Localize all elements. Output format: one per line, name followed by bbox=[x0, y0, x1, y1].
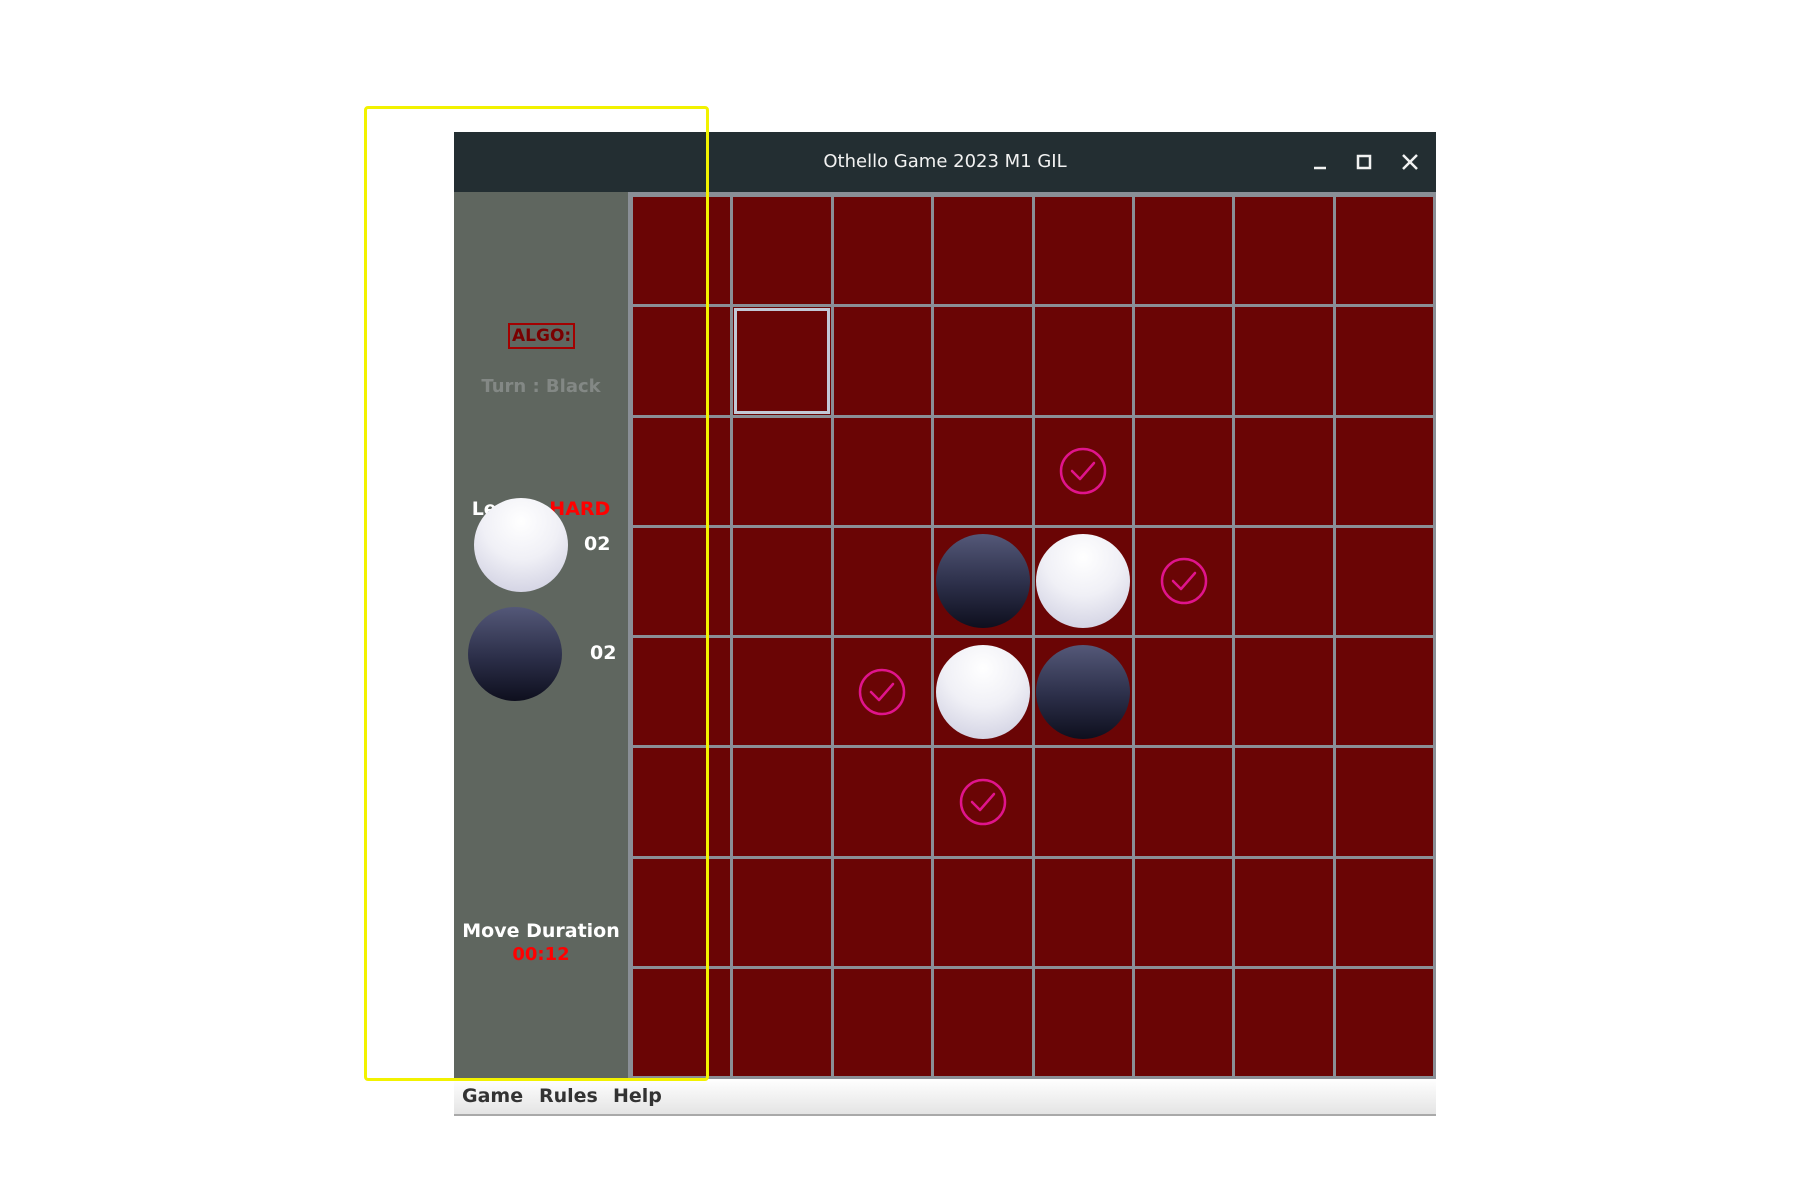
board-cell-r2-c2[interactable] bbox=[833, 417, 932, 525]
title-bar[interactable]: Othello Game 2023 M1 GIL bbox=[454, 132, 1436, 192]
info-sidebar: ALGO: Turn : Black Level : HARD 02 02 Mo… bbox=[454, 192, 628, 1079]
board-cell-r6-c7[interactable] bbox=[1335, 858, 1433, 966]
board-cell-r1-c4[interactable] bbox=[1034, 307, 1132, 415]
board-cell-r1-c5[interactable] bbox=[1134, 307, 1233, 415]
black-disc bbox=[935, 534, 1030, 629]
board-cell-r3-c1[interactable] bbox=[733, 527, 831, 635]
window-title: Othello Game 2023 M1 GIL bbox=[823, 151, 1067, 172]
menu-help[interactable]: Help bbox=[613, 1079, 662, 1114]
board-cell-r7-c2[interactable] bbox=[833, 968, 932, 1076]
white-score-disc bbox=[474, 498, 568, 592]
board-cell-r7-c7[interactable] bbox=[1335, 968, 1433, 1076]
board-cell-r4-c4[interactable] bbox=[1034, 638, 1132, 746]
legal-move-check-icon[interactable] bbox=[959, 778, 1007, 826]
board-cell-r0-c5[interactable] bbox=[1134, 197, 1233, 305]
board-cell-r6-c0[interactable] bbox=[633, 858, 731, 966]
board-cell-r1-c6[interactable] bbox=[1235, 307, 1333, 415]
board-cell-r3-c3[interactable] bbox=[934, 527, 1032, 635]
board-cell-r2-c7[interactable] bbox=[1335, 417, 1433, 525]
board-cell-r4-c3[interactable] bbox=[934, 638, 1032, 746]
white-disc bbox=[1036, 534, 1131, 629]
board-cell-r5-c0[interactable] bbox=[633, 748, 731, 856]
move-duration-label: Move Duration bbox=[462, 920, 620, 942]
board-cell-r2-c0[interactable] bbox=[633, 417, 731, 525]
board-cell-r2-c1[interactable] bbox=[733, 417, 831, 525]
board-cell-r1-c7[interactable] bbox=[1335, 307, 1433, 415]
close-icon[interactable] bbox=[1392, 144, 1428, 180]
othello-window: Othello Game 2023 M1 GIL ALGO: Turn : Bl… bbox=[454, 132, 1436, 1116]
menu-bar: Game Rules Help bbox=[454, 1079, 1436, 1116]
board-cell-r5-c4[interactable] bbox=[1034, 748, 1132, 856]
board-cell-r0-c1[interactable] bbox=[733, 197, 831, 305]
menu-game[interactable]: Game bbox=[462, 1079, 523, 1114]
turn-indicator: Turn : Black bbox=[481, 376, 601, 397]
board-cell-r0-c3[interactable] bbox=[934, 197, 1032, 305]
algo-label: ALGO: bbox=[508, 323, 576, 349]
board-cell-r0-c4[interactable] bbox=[1034, 197, 1132, 305]
board-cell-r2-c6[interactable] bbox=[1235, 417, 1333, 525]
board-cell-r7-c0[interactable] bbox=[633, 968, 731, 1076]
move-duration-timer: 00:12 bbox=[512, 944, 570, 965]
white-score: 02 bbox=[584, 533, 611, 555]
board-cell-r6-c4[interactable] bbox=[1034, 858, 1132, 966]
board-cell-r5-c2[interactable] bbox=[833, 748, 932, 856]
legal-move-check-icon[interactable] bbox=[1059, 447, 1107, 495]
board-cell-r4-c6[interactable] bbox=[1235, 638, 1333, 746]
white-disc bbox=[935, 644, 1030, 739]
board-cell-r6-c1[interactable] bbox=[733, 858, 831, 966]
board-cell-r3-c5[interactable] bbox=[1134, 527, 1233, 635]
board-grid bbox=[628, 192, 1436, 1079]
black-score-disc bbox=[468, 607, 562, 701]
board-cell-r6-c6[interactable] bbox=[1235, 858, 1333, 966]
board-cell-r0-c2[interactable] bbox=[833, 197, 932, 305]
board-cell-r3-c6[interactable] bbox=[1235, 527, 1333, 635]
board-cell-r0-c6[interactable] bbox=[1235, 197, 1333, 305]
board-cell-r3-c2[interactable] bbox=[833, 527, 932, 635]
board-cell-r4-c1[interactable] bbox=[733, 638, 831, 746]
board-cell-r3-c7[interactable] bbox=[1335, 527, 1433, 635]
board-cell-r7-c1[interactable] bbox=[733, 968, 831, 1076]
board-cell-r6-c2[interactable] bbox=[833, 858, 932, 966]
minimize-icon[interactable] bbox=[1302, 144, 1338, 180]
board-cell-r5-c7[interactable] bbox=[1335, 748, 1433, 856]
board-cell-r0-c0[interactable] bbox=[633, 197, 731, 305]
board-cell-r7-c6[interactable] bbox=[1235, 968, 1333, 1076]
board-cell-r6-c5[interactable] bbox=[1134, 858, 1233, 966]
board-cell-r7-c5[interactable] bbox=[1134, 968, 1233, 1076]
maximize-icon[interactable] bbox=[1346, 144, 1382, 180]
game-board bbox=[628, 192, 1436, 1079]
board-cell-r2-c4[interactable] bbox=[1034, 417, 1132, 525]
legal-move-check-icon[interactable] bbox=[858, 668, 906, 716]
board-cell-r2-c3[interactable] bbox=[934, 417, 1032, 525]
black-score: 02 bbox=[590, 642, 617, 664]
board-cell-r5-c1[interactable] bbox=[733, 748, 831, 856]
board-cell-r4-c7[interactable] bbox=[1335, 638, 1433, 746]
legal-move-check-icon[interactable] bbox=[1160, 557, 1208, 605]
board-cell-r5-c3[interactable] bbox=[934, 748, 1032, 856]
board-cell-r5-c6[interactable] bbox=[1235, 748, 1333, 856]
board-cell-r1-c2[interactable] bbox=[833, 307, 932, 415]
board-cell-r4-c2[interactable] bbox=[833, 638, 932, 746]
board-cell-r7-c3[interactable] bbox=[934, 968, 1032, 1076]
menu-rules[interactable]: Rules bbox=[539, 1079, 598, 1114]
board-cell-r5-c5[interactable] bbox=[1134, 748, 1233, 856]
board-cell-r4-c0[interactable] bbox=[633, 638, 731, 746]
board-cell-r6-c3[interactable] bbox=[934, 858, 1032, 966]
board-cell-r1-c1[interactable] bbox=[733, 307, 831, 415]
board-cell-r0-c7[interactable] bbox=[1335, 197, 1433, 305]
board-cell-r3-c0[interactable] bbox=[633, 527, 731, 635]
board-cell-r1-c3[interactable] bbox=[934, 307, 1032, 415]
board-cell-r7-c4[interactable] bbox=[1034, 968, 1132, 1076]
board-cell-r2-c5[interactable] bbox=[1134, 417, 1233, 525]
board-cell-r3-c4[interactable] bbox=[1034, 527, 1132, 635]
board-cell-r4-c5[interactable] bbox=[1134, 638, 1233, 746]
board-cell-r1-c0[interactable] bbox=[633, 307, 731, 415]
black-disc bbox=[1036, 644, 1131, 739]
